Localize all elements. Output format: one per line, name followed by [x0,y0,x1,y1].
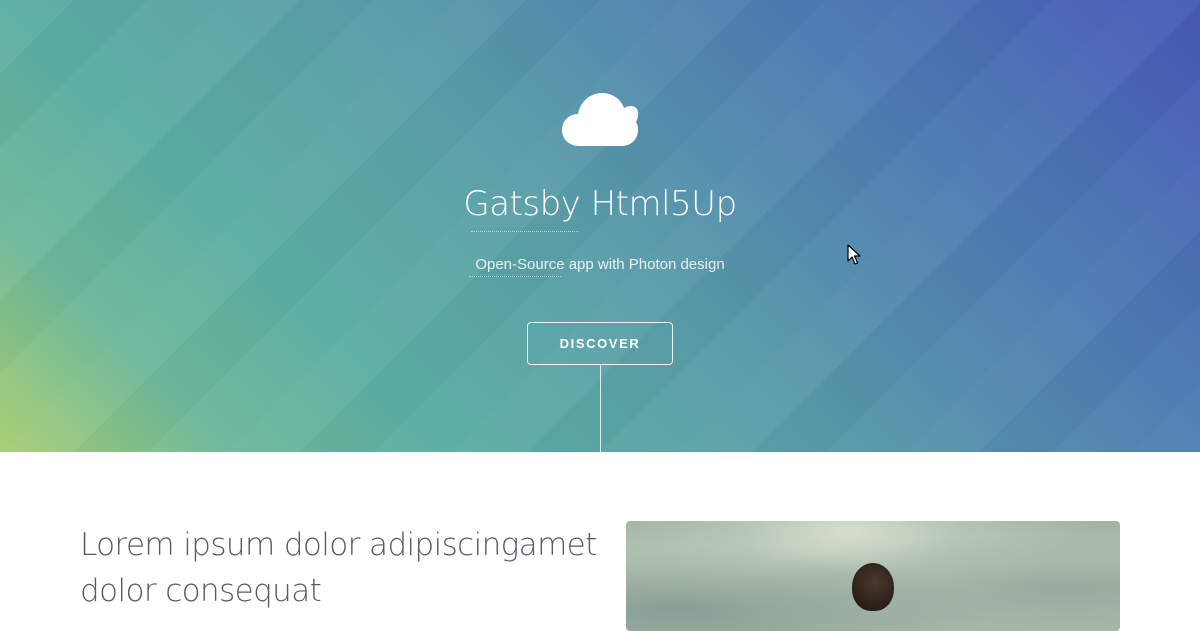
scroll-connector-line [600,364,601,452]
intro-feature-image [626,521,1120,631]
hero-banner: Gatsby Html5Up Open-Source app with Phot… [0,0,1200,452]
site-title[interactable]: Gatsby Html5Up [0,184,1200,224]
title-link-underline [471,231,579,232]
subtitle-link-underline[interactable] [469,276,561,277]
arrow-cursor-icon [847,244,861,265]
cloud-icon [562,93,639,146]
site-subtitle: Open-Source app with Photon design [475,256,725,273]
hero-content: Gatsby Html5Up Open-Source app with Phot… [0,0,1200,452]
discover-button[interactable]: DISCOVER [527,322,673,365]
person-figure [852,563,894,611]
intro-heading: Lorem ipsum dolor adipiscingamet dolor c… [80,527,597,609]
intro-section: Lorem ipsum dolor adipiscingamet dolor c… [0,452,1200,631]
